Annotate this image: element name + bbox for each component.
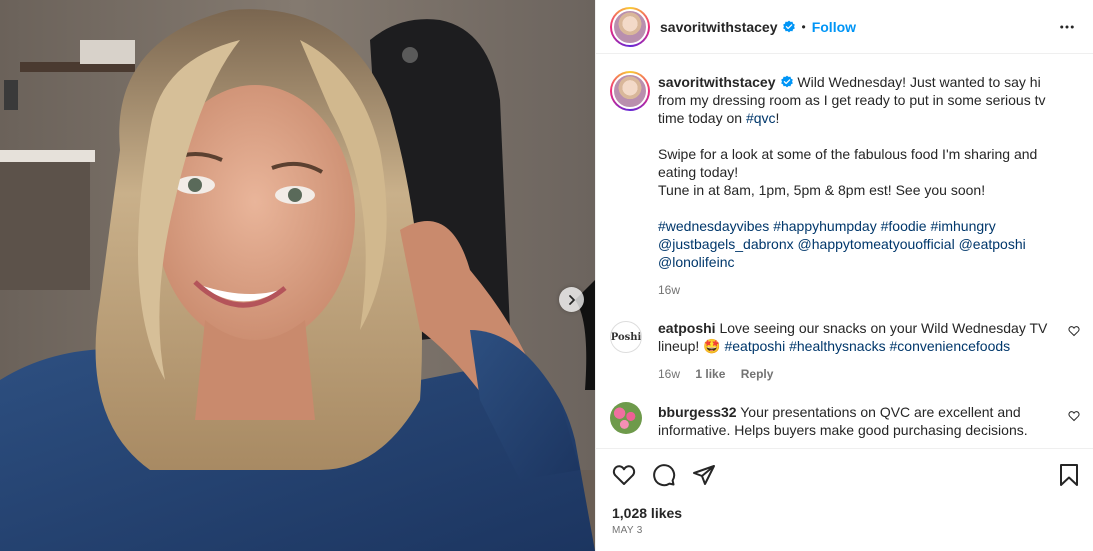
author-username[interactable]: savoritwithstacey <box>660 19 778 35</box>
post-date[interactable]: MAY 3 <box>612 525 643 536</box>
caption-paragraph: Swipe for a look at some of the fabulous… <box>658 146 1038 180</box>
comment-item: bburgess32 Your presentations on QVC are… <box>610 402 1080 446</box>
hashtag-link[interactable]: #imhungry <box>930 218 995 234</box>
comment-item: Poshi eatposhi Love seeing our snacks on… <box>610 317 1080 381</box>
next-image-button[interactable] <box>559 287 584 312</box>
emoji: 🤩 <box>703 338 721 354</box>
mention-link[interactable]: @justbagels_dabronx <box>658 236 794 252</box>
caption-meta: 16w <box>658 281 1058 299</box>
caption: savoritwithstacey Wild Wednesday! Just w… <box>610 71 1080 301</box>
heart-icon[interactable] <box>1068 410 1080 422</box>
post-photo <box>0 0 595 551</box>
author-avatar[interactable] <box>610 6 650 47</box>
verified-badge-icon <box>780 75 793 88</box>
likes-count[interactable]: 1,028 likes <box>612 505 682 521</box>
mention-link[interactable]: @happytomeatyouofficial <box>798 236 955 252</box>
share-button[interactable] <box>692 463 716 492</box>
hashtag-link[interactable]: #conveniencefoods <box>890 338 1011 354</box>
caption-paragraph: Tune in at 8am, 1pm, 5pm & 8pm est! See … <box>658 182 986 198</box>
commenter-avatar[interactable]: Poshi <box>610 321 642 353</box>
commenter-avatar[interactable] <box>610 402 642 434</box>
verified-badge-icon <box>782 20 795 32</box>
comment-meta: 16w 1 like Reply <box>658 365 1053 383</box>
hashtag-link[interactable]: #happyhumpday <box>773 218 877 234</box>
hashtag-link[interactable]: #wednesdayvibes <box>658 218 769 234</box>
caption-username[interactable]: savoritwithstacey <box>658 74 776 90</box>
comment-button[interactable] <box>652 463 676 492</box>
commenter-username[interactable]: bburgess32 <box>658 404 737 420</box>
comment-likes[interactable]: 1 like <box>695 367 725 381</box>
comment-icon <box>653 464 676 487</box>
follow-button[interactable]: Follow <box>812 19 856 35</box>
bookmark-icon <box>1060 464 1078 486</box>
separator-dot: • <box>801 19 806 34</box>
comment-time[interactable]: 16w <box>658 367 680 381</box>
heart-icon[interactable] <box>1068 325 1080 337</box>
caption-avatar[interactable] <box>610 71 650 111</box>
reply-button[interactable]: Reply <box>741 367 774 381</box>
more-options-icon[interactable] <box>1058 18 1076 36</box>
caption-punct: ! <box>775 110 780 126</box>
avatar-logo-text: Poshi <box>610 331 642 343</box>
heart-icon <box>612 465 636 485</box>
like-button[interactable] <box>612 463 636 492</box>
caption-time[interactable]: 16w <box>658 283 680 297</box>
comments-list[interactable]: savoritwithstacey Wild Wednesday! Just w… <box>596 55 1093 447</box>
save-button[interactable] <box>1058 463 1080 492</box>
instagram-post: savoritwithstacey • Follow savoritwithst… <box>0 0 1093 551</box>
commenter-username[interactable]: eatposhi <box>658 320 716 336</box>
share-icon <box>693 465 715 485</box>
hashtag-link[interactable]: #qvc <box>746 110 776 126</box>
post-header: savoritwithstacey • Follow <box>596 0 1093 54</box>
post-media <box>0 0 595 551</box>
post-actions: 1,028 likes MAY 3 <box>596 448 1093 551</box>
hashtag-link[interactable]: #foodie <box>881 218 927 234</box>
post-details-panel: savoritwithstacey • Follow savoritwithst… <box>595 0 1093 551</box>
chevron-right-icon <box>568 294 575 305</box>
mention-link[interactable]: @eatposhi <box>959 236 1026 252</box>
mention-link[interactable]: @lonolifeinc <box>658 254 734 270</box>
hashtag-link[interactable]: #healthysnacks <box>789 338 886 354</box>
hashtag-link[interactable]: #eatposhi <box>724 338 785 354</box>
